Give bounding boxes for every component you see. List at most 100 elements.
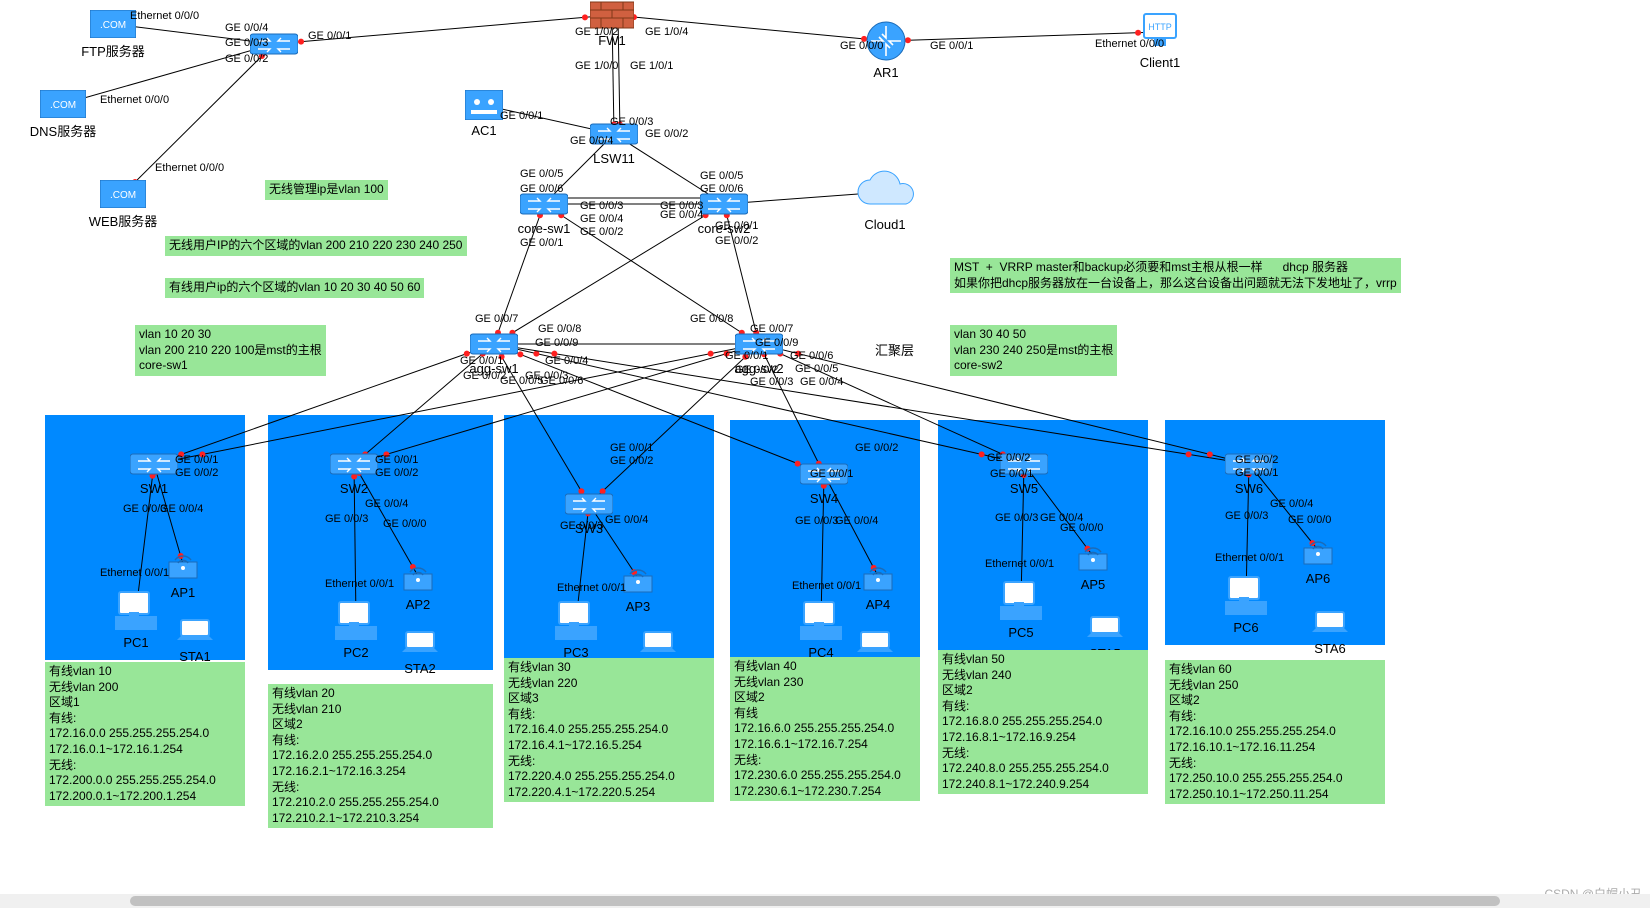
- port-label: Ethernet 0/0/0: [1095, 38, 1164, 50]
- port-label: GE 0/0/1: [375, 454, 418, 466]
- port-label: GE 0/0/1: [610, 442, 653, 454]
- port-label: GE 0/0/2: [610, 455, 653, 467]
- port-label: GE 1/0/2: [575, 26, 618, 38]
- device-pc6[interactable]: PC6: [1225, 575, 1267, 620]
- device-sta3[interactable]: STA3: [638, 630, 678, 661]
- device-label: Client1: [1140, 55, 1180, 70]
- device-pc1[interactable]: PC1: [115, 590, 157, 635]
- port-label: GE 0/0/4: [605, 514, 648, 526]
- label-aggregation: 汇聚层: [875, 340, 914, 359]
- port-label: GE 0/0/4: [225, 22, 268, 34]
- svg-text:.COM: .COM: [100, 20, 126, 31]
- note-mst-right: vlan 30 40 50 vlan 230 240 250是mst的主根 co…: [950, 325, 1117, 376]
- note-mst-vrrp: MST + VRRP master和backup必须要和mst主根从根一样 dh…: [950, 258, 1401, 293]
- device-label: core-sw1: [518, 221, 571, 236]
- device-label: STA6: [1314, 641, 1346, 656]
- device-label: WEB服务器: [89, 211, 158, 230]
- port-label: GE 1/0/0: [575, 60, 618, 72]
- device-label: AP4: [866, 597, 891, 612]
- port-label: GE 0/0/1: [520, 237, 563, 249]
- device-pc2[interactable]: PC2: [335, 600, 377, 645]
- topology-canvas[interactable]: { "watermark":"CSDN @白帽小丑", "nodes":{ "f…: [0, 0, 1650, 908]
- device-label: PC1: [123, 635, 148, 650]
- note-wired-users: 有线用户ip的六个区域的vlan 10 20 30 40 50 60: [165, 278, 424, 298]
- port-label: GE 0/0/4: [800, 376, 843, 388]
- device-dns[interactable]: .COMDNS服务器: [40, 90, 86, 121]
- svg-text:HTTP: HTTP: [1148, 22, 1172, 32]
- port-label: GE 0/0/9: [535, 337, 578, 349]
- port-label: GE 0/0/5: [795, 363, 838, 375]
- port-label: GE 0/0/3: [795, 515, 838, 527]
- device-ap1[interactable]: AP1: [165, 546, 201, 585]
- port-label: GE 0/0/8: [538, 323, 581, 335]
- port-label: GE 0/0/6: [520, 183, 563, 195]
- device-label: DNS服务器: [30, 121, 96, 140]
- scrollbar-thumb[interactable]: [130, 896, 1500, 906]
- port-label: GE 0/0/3: [225, 37, 268, 49]
- port-label: GE 0/0/6: [790, 350, 833, 362]
- area-note-6: 有线vlan 60 无线vlan 250 区域2 有线: 172.16.10.0…: [1165, 660, 1385, 804]
- device-cloud[interactable]: Cloud1: [850, 170, 920, 217]
- device-label: SW6: [1235, 481, 1263, 496]
- port-label: Ethernet 0/0/1: [792, 580, 861, 592]
- scrollbar-h[interactable]: [0, 894, 1650, 908]
- port-label: Ethernet 0/0/0: [100, 94, 169, 106]
- device-pc3[interactable]: PC3: [555, 600, 597, 645]
- device-sta2[interactable]: STA2: [400, 630, 440, 661]
- device-label: AP2: [406, 597, 431, 612]
- area-note-3: 有线vlan 30 无线vlan 220 区域3 有线: 172.16.4.0 …: [504, 658, 714, 802]
- device-label: AP1: [171, 585, 196, 600]
- port-label: GE 0/0/3: [560, 520, 603, 532]
- port-label: GE 0/0/1: [175, 454, 218, 466]
- port-label: GE 0/0/2: [645, 128, 688, 140]
- port-label: Ethernet 0/0/1: [325, 578, 394, 590]
- device-ap4[interactable]: AP4: [860, 558, 896, 597]
- device-ap2[interactable]: AP2: [400, 558, 436, 597]
- device-label: PC5: [1008, 625, 1033, 640]
- area-note-5: 有线vlan 50 无线vlan 240 区域2 有线: 172.16.8.0 …: [938, 650, 1148, 794]
- port-label: GE 0/0/4: [570, 135, 613, 147]
- port-label: Ethernet 0/0/1: [1215, 552, 1284, 564]
- port-label: GE 0/0/2: [715, 235, 758, 247]
- device-sta1[interactable]: STA1: [175, 618, 215, 649]
- device-pc5[interactable]: PC5: [1000, 580, 1042, 625]
- port-label: GE 0/0/4: [365, 498, 408, 510]
- port-label: GE 0/0/0: [1288, 514, 1331, 526]
- device-label: AC1: [471, 123, 496, 138]
- port-label: GE 0/0/3: [610, 116, 653, 128]
- port-label: GE 0/0/2: [175, 467, 218, 479]
- device-ac1[interactable]: AC1: [465, 90, 503, 123]
- device-label: PC6: [1233, 620, 1258, 635]
- device-sw2[interactable]: SW2: [330, 450, 378, 481]
- device-label: SW2: [340, 481, 368, 496]
- note-wlan-mgmt: 无线管理ip是vlan 100: [265, 180, 388, 200]
- port-label: GE 0/0/2: [855, 442, 898, 454]
- port-label: GE 0/0/2: [225, 53, 268, 65]
- device-label: SW4: [810, 491, 838, 506]
- device-sta5[interactable]: STA5: [1085, 615, 1125, 646]
- port-label: Ethernet 0/0/1: [100, 567, 169, 579]
- device-ap6[interactable]: AP6: [1300, 532, 1336, 571]
- device-label: AP3: [626, 599, 651, 614]
- port-label: GE 0/0/3: [1225, 510, 1268, 522]
- device-label: AP5: [1081, 577, 1106, 592]
- port-label: GE 0/0/5: [700, 170, 743, 182]
- device-sta6[interactable]: STA6: [1310, 610, 1350, 641]
- port-label: GE 0/0/1: [460, 355, 503, 367]
- port-label: GE 0/0/2: [987, 452, 1030, 464]
- port-label: GE 0/0/1: [500, 110, 543, 122]
- svg-text:.COM: .COM: [110, 190, 136, 201]
- port-label: GE 0/0/7: [475, 313, 518, 325]
- port-label: GE 1/0/4: [645, 26, 688, 38]
- device-web[interactable]: .COMWEB服务器: [100, 180, 146, 211]
- device-label: SW1: [140, 481, 168, 496]
- area-note-4: 有线vlan 40 无线vlan 230 区域2 有线 172.16.6.0 2…: [730, 657, 920, 801]
- port-label: GE 0/0/3: [325, 513, 368, 525]
- port-label: GE 0/0/1: [715, 220, 758, 232]
- port-label: GE 0/0/1: [930, 40, 973, 52]
- port-label: GE 0/0/9: [755, 337, 798, 349]
- device-sw1[interactable]: SW1: [130, 450, 178, 481]
- port-label: GE 0/0/4: [545, 355, 588, 367]
- device-pc4[interactable]: PC4: [800, 600, 842, 645]
- device-ap5[interactable]: AP5: [1075, 538, 1111, 577]
